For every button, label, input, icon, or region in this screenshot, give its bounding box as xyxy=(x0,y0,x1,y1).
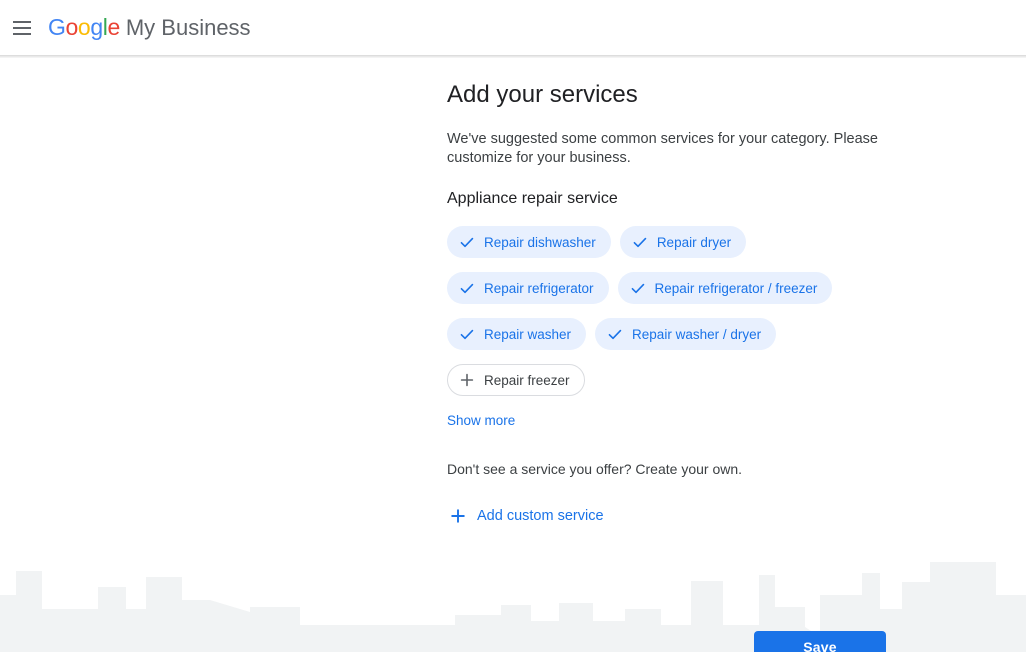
service-chip[interactable]: Repair refrigerator xyxy=(447,272,609,304)
service-chip-label: Repair freezer xyxy=(484,372,570,388)
hamburger-bar xyxy=(13,26,31,29)
hamburger-bar xyxy=(13,32,31,35)
add-custom-service-button[interactable]: Add custom service xyxy=(449,507,604,525)
content-area: Add your services We've suggested some c… xyxy=(0,58,1026,652)
service-chip[interactable]: Repair refrigerator / freezer xyxy=(617,272,833,304)
check-icon xyxy=(459,326,475,342)
service-chip-label: Repair dishwasher xyxy=(484,234,596,250)
service-chip[interactable]: Repair washer / dryer xyxy=(595,318,777,350)
service-chip-label: Repair washer xyxy=(484,326,572,342)
brand-lockup[interactable]: Google My Business xyxy=(48,14,251,41)
service-chip-list: Repair dishwasher Repair dryer Repair refr… xyxy=(447,226,917,396)
google-logo-letter-5: e xyxy=(107,14,120,40)
check-icon xyxy=(607,326,623,342)
show-more-link[interactable]: Show more xyxy=(447,413,515,428)
check-icon xyxy=(630,280,646,296)
page-description: We've suggested some common services for… xyxy=(447,131,878,166)
service-chip-label: Repair washer / dryer xyxy=(632,326,762,342)
service-chip[interactable]: Repair washer xyxy=(447,318,587,350)
product-name: My Business xyxy=(125,15,251,40)
service-chip[interactable]: Repair freezer xyxy=(447,364,585,396)
google-logo-letter-0: G xyxy=(48,14,66,40)
service-chip-row: Repair dishwasher Repair dryer xyxy=(447,226,917,258)
create-own-hint: Don't see a service you offer? Create yo… xyxy=(447,461,743,477)
google-logo-letter-2: o xyxy=(77,14,91,40)
app-header: Google My Business xyxy=(0,0,1026,55)
save-button[interactable]: Save xyxy=(754,631,886,652)
category-title: Appliance repair service xyxy=(447,190,618,207)
services-panel: Add your services We've suggested some c… xyxy=(447,79,917,529)
page-title: Add your services xyxy=(447,81,638,108)
service-chip-label: Repair refrigerator xyxy=(484,280,594,296)
service-chip-row: Repair freezer xyxy=(447,364,917,396)
service-chip-label: Repair refrigerator / freezer xyxy=(654,280,818,296)
google-logo: Google xyxy=(48,14,120,41)
plus-icon xyxy=(459,372,475,388)
service-chip-row: Repair refrigerator Repair refrigerator /… xyxy=(447,272,917,304)
hamburger-menu-icon[interactable] xyxy=(10,16,34,40)
add-custom-service-label: Add custom service xyxy=(477,508,604,524)
plus-icon xyxy=(449,507,467,525)
check-icon xyxy=(632,234,648,250)
service-chip[interactable]: Repair dryer xyxy=(619,226,747,258)
google-logo-letter-3: g xyxy=(90,14,103,40)
check-icon xyxy=(459,234,475,250)
service-chip-label: Repair dryer xyxy=(656,234,732,250)
service-chip[interactable]: Repair dishwasher xyxy=(447,226,611,258)
google-logo-letter-1: o xyxy=(65,14,79,40)
hamburger-bar xyxy=(13,20,31,23)
header-divider xyxy=(0,55,1026,58)
service-chip-row: Repair washer Repair washer / dryer xyxy=(447,318,917,350)
check-icon xyxy=(459,280,475,296)
